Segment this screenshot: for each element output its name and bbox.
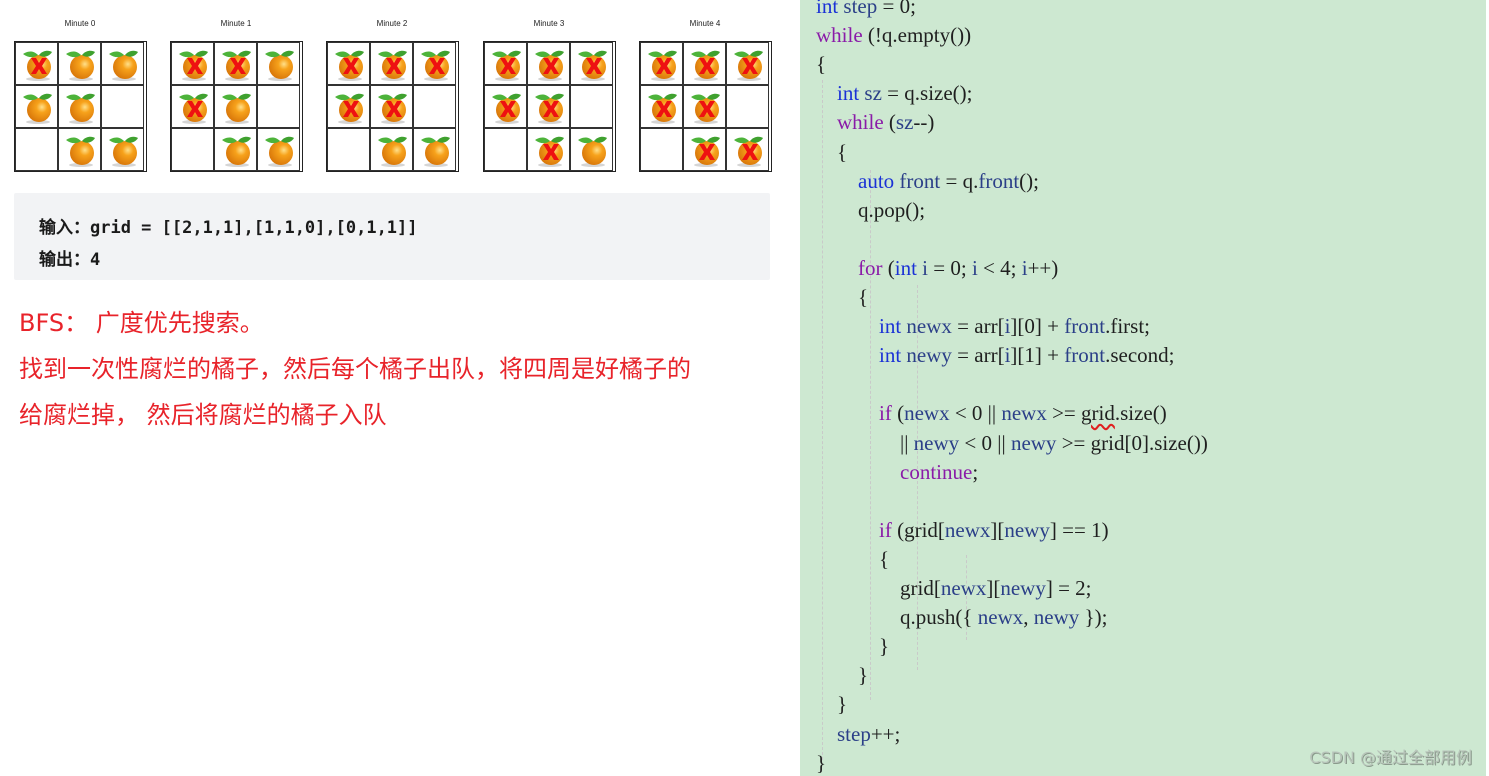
panel-title: Minute 3 (533, 19, 565, 28)
code-line: step++; (837, 721, 901, 746)
code-line: q.pop(); (816, 197, 926, 222)
note-line-2: 找到一次性腐烂的橘子，然后每个橘子出队，将四周是好橘子的 (19, 355, 691, 383)
code-line: { (816, 52, 827, 77)
grid-cell-rotten (640, 42, 683, 85)
code-line: int sz = q.size(); (837, 81, 973, 106)
minute-panel: Minute 1 (170, 18, 303, 172)
code-line: } (816, 663, 869, 688)
grid-cell-empty (484, 128, 527, 171)
code-line: auto front = q.front(); (858, 168, 1039, 193)
grid-cell-rotten (527, 128, 570, 171)
grid-cell-fresh (58, 85, 101, 128)
grid-cell-rotten (570, 42, 613, 85)
code-line: continue; (900, 459, 979, 484)
panel-title: Minute 4 (689, 19, 721, 28)
grid-cell-rotten (527, 85, 570, 128)
code-line: if (newx < 0 || newx >= grid.size() (879, 401, 1167, 426)
code-line: for (int i = 0; i < 4; i++) (858, 255, 1059, 280)
grid-cell-rotten (726, 128, 769, 171)
grid-cell-rotten (171, 85, 214, 128)
grid-cell-empty (101, 85, 144, 128)
grid-cell-rotten (214, 42, 257, 85)
panel-title: Minute 2 (376, 19, 408, 28)
grid-cell-rotten (327, 42, 370, 85)
code-line: while (!q.empty()) (816, 23, 972, 48)
code-line: q.push({ newx, newy }); (816, 605, 1108, 630)
code-line: int newx = arr[i][0] + front.first; (879, 314, 1150, 339)
code-line: } (816, 692, 848, 717)
code-line: grid[newx][newy] = 2; (816, 576, 1092, 600)
code-editor[interactable]: int step = 0; while (!q.empty()) { int sz … (800, 0, 1486, 776)
grid-cell-fresh (101, 42, 144, 85)
grid-cell-fresh (214, 128, 257, 171)
note-line-3: 给腐烂掉， 然后将腐烂的橘子入队 (19, 401, 387, 429)
grid-cell-rotten (640, 85, 683, 128)
code-line: { (816, 546, 890, 571)
grid-cell-fresh (257, 128, 300, 171)
orange-grid (483, 41, 616, 172)
grid-cell-fresh (570, 128, 613, 171)
code-line: if (grid[newx][newy] == 1) (879, 517, 1109, 542)
code-line: { (816, 285, 869, 309)
grid-cell-fresh (413, 128, 456, 171)
code-line: int step = 0; (816, 0, 916, 18)
grid-cell-rotten (370, 85, 413, 128)
minute-panel: Minute 4 (639, 18, 772, 172)
code-line: while (sz--) (837, 110, 935, 135)
grid-cell-fresh (257, 42, 300, 85)
orange-grid (14, 41, 147, 172)
code-line: } (816, 750, 827, 775)
orange-grid (170, 41, 303, 172)
grid-cell-fresh (15, 85, 58, 128)
grid-cell-rotten (683, 128, 726, 171)
grid-cell-empty (570, 85, 613, 128)
minute-panel: Minute 0 (14, 18, 147, 172)
example-box: 输入：grid = [[2,1,1],[1,1,0],[0,1,1]] 输出：4 (14, 193, 770, 280)
panel-title: Minute 0 (64, 19, 96, 28)
grid-cell-empty (726, 85, 769, 128)
orange-grid (639, 41, 772, 172)
code-line: int newy = arr[i][1] + front.second; (879, 343, 1175, 368)
grid-cell-empty (640, 128, 683, 171)
grid-cell-rotten (527, 42, 570, 85)
left-content: Minute 0 Minute 1 Minute 2 Minute 3 Minu… (0, 0, 790, 776)
grid-cell-fresh (58, 42, 101, 85)
grid-cell-rotten (683, 85, 726, 128)
grid-cell-fresh (370, 128, 413, 171)
watermark: CSDN @通过全部用例 (1309, 748, 1472, 767)
grid-cell-rotten (683, 42, 726, 85)
minute-panel: Minute 2 (326, 18, 459, 172)
example-output: 输出：4 (39, 250, 101, 270)
grid-cell-rotten (484, 85, 527, 128)
grid-cell-fresh (101, 128, 144, 171)
grid-cell-rotten (171, 42, 214, 85)
grid-cell-rotten (15, 42, 58, 85)
grid-cell-fresh (214, 85, 257, 128)
code-line: { (816, 139, 848, 164)
grid-cell-empty (257, 85, 300, 128)
grid-cell-rotten (327, 85, 370, 128)
grid-cell-rotten (726, 42, 769, 85)
panel-title: Minute 1 (220, 19, 252, 28)
grid-cell-rotten (484, 42, 527, 85)
code-line: || newy < 0 || newy >= grid[0].size()) (816, 430, 1208, 455)
grid-cell-rotten (370, 42, 413, 85)
grid-cell-fresh (58, 128, 101, 171)
grid-cell-empty (327, 128, 370, 171)
grid-cell-rotten (413, 42, 456, 85)
grid-cell-empty (413, 85, 456, 128)
example-input: 输入：grid = [[2,1,1],[1,1,0],[0,1,1]] (39, 218, 418, 238)
grid-cell-empty (15, 128, 58, 171)
orange-grid (326, 41, 459, 172)
code-line: } (816, 634, 890, 659)
minute-panel: Minute 3 (483, 18, 616, 172)
note-line-1: BFS： 广度优先搜索。 (19, 309, 264, 337)
grid-cell-empty (171, 128, 214, 171)
explanation-notes: BFS： 广度优先搜索。 找到一次性腐烂的橘子，然后每个橘子出队，将四周是好橘子… (19, 300, 691, 438)
